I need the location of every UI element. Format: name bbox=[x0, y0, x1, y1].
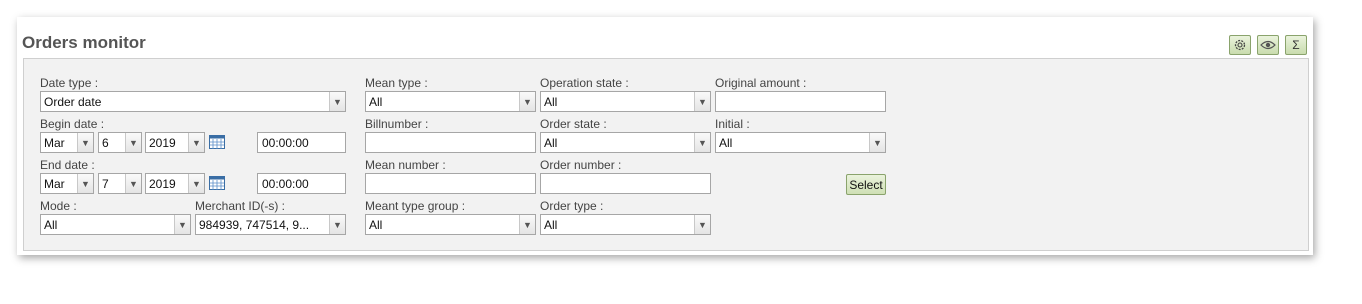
eye-icon bbox=[1260, 40, 1276, 50]
mode-value: All bbox=[44, 218, 58, 232]
order-type-label: Order type : bbox=[540, 199, 604, 213]
chevron-down-icon: ▼ bbox=[869, 133, 885, 152]
chevron-down-icon: ▼ bbox=[174, 215, 190, 234]
date-type-value: Order date bbox=[44, 95, 102, 109]
calendar-icon[interactable] bbox=[209, 176, 225, 190]
chevron-down-icon: ▼ bbox=[77, 133, 93, 152]
mean-type-label: Mean type : bbox=[365, 76, 428, 90]
original-amount-label: Original amount : bbox=[715, 76, 807, 90]
end-month-select[interactable]: Mar ▼ bbox=[40, 173, 94, 194]
order-type-select[interactable]: All ▼ bbox=[540, 214, 711, 235]
select-button[interactable]: Select bbox=[846, 174, 886, 195]
chevron-down-icon: ▼ bbox=[694, 92, 710, 111]
sum-button[interactable]: Σ bbox=[1285, 35, 1307, 55]
mean-type-select[interactable]: All ▼ bbox=[365, 91, 536, 112]
end-date-label: End date : bbox=[40, 158, 95, 172]
mode-select[interactable]: All ▼ bbox=[40, 214, 191, 235]
billnumber-input[interactable] bbox=[365, 132, 536, 153]
order-state-value: All bbox=[544, 136, 558, 150]
sum-icon: Σ bbox=[1292, 38, 1300, 52]
chevron-down-icon: ▼ bbox=[519, 92, 535, 111]
settings-button[interactable] bbox=[1229, 35, 1251, 55]
merchant-select[interactable]: 984939, 747514, 9... ▼ bbox=[195, 214, 346, 235]
begin-date-label: Begin date : bbox=[40, 117, 105, 131]
mode-label: Mode : bbox=[40, 199, 77, 213]
begin-month-value: Mar bbox=[44, 136, 65, 150]
order-number-input[interactable] bbox=[540, 173, 711, 194]
order-state-select[interactable]: All ▼ bbox=[540, 132, 711, 153]
begin-time-input[interactable]: 00:00:00 bbox=[257, 132, 346, 153]
begin-month-select[interactable]: Mar ▼ bbox=[40, 132, 94, 153]
chevron-down-icon: ▼ bbox=[329, 92, 345, 111]
merchant-value: 984939, 747514, 9... bbox=[199, 218, 310, 232]
chevron-down-icon: ▼ bbox=[188, 133, 204, 152]
gear-icon bbox=[1234, 39, 1246, 51]
chevron-down-icon: ▼ bbox=[188, 174, 204, 193]
chevron-down-icon: ▼ bbox=[77, 174, 93, 193]
meant-type-group-label: Meant type group : bbox=[365, 199, 466, 213]
end-day-value: 7 bbox=[102, 177, 109, 191]
end-time-input[interactable]: 00:00:00 bbox=[257, 173, 346, 194]
chevron-down-icon: ▼ bbox=[519, 215, 535, 234]
chevron-down-icon: ▼ bbox=[125, 174, 141, 193]
operation-state-value: All bbox=[544, 95, 558, 109]
begin-day-select[interactable]: 6 ▼ bbox=[98, 132, 142, 153]
meant-type-group-value: All bbox=[369, 218, 383, 232]
order-type-value: All bbox=[544, 218, 558, 232]
mean-number-label: Mean number : bbox=[365, 158, 446, 172]
end-day-select[interactable]: 7 ▼ bbox=[98, 173, 142, 194]
order-state-label: Order state : bbox=[540, 117, 607, 131]
begin-year-select[interactable]: 2019 ▼ bbox=[145, 132, 205, 153]
billnumber-label: Billnumber : bbox=[365, 117, 429, 131]
initial-label: Initial : bbox=[715, 117, 750, 131]
date-type-select[interactable]: Order date ▼ bbox=[40, 91, 346, 112]
original-amount-input[interactable] bbox=[715, 91, 886, 112]
operation-state-label: Operation state : bbox=[540, 76, 629, 90]
begin-day-value: 6 bbox=[102, 136, 109, 150]
chevron-down-icon: ▼ bbox=[694, 215, 710, 234]
begin-year-value: 2019 bbox=[149, 136, 176, 150]
chevron-down-icon: ▼ bbox=[125, 133, 141, 152]
operation-state-select[interactable]: All ▼ bbox=[540, 91, 711, 112]
merchant-label: Merchant ID(-s) : bbox=[195, 199, 286, 213]
initial-select[interactable]: All ▼ bbox=[715, 132, 886, 153]
initial-value: All bbox=[719, 136, 733, 150]
mean-type-value: All bbox=[369, 95, 383, 109]
view-button[interactable] bbox=[1257, 35, 1279, 55]
end-year-select[interactable]: 2019 ▼ bbox=[145, 173, 205, 194]
chevron-down-icon: ▼ bbox=[329, 215, 345, 234]
end-year-value: 2019 bbox=[149, 177, 176, 191]
date-type-label: Date type : bbox=[40, 76, 99, 90]
page-title: Orders monitor bbox=[22, 33, 146, 52]
calendar-icon[interactable] bbox=[209, 135, 225, 149]
chevron-down-icon: ▼ bbox=[694, 133, 710, 152]
order-number-label: Order number : bbox=[540, 158, 622, 172]
mean-number-input[interactable] bbox=[365, 173, 536, 194]
end-month-value: Mar bbox=[44, 177, 65, 191]
meant-type-group-select[interactable]: All ▼ bbox=[365, 214, 536, 235]
